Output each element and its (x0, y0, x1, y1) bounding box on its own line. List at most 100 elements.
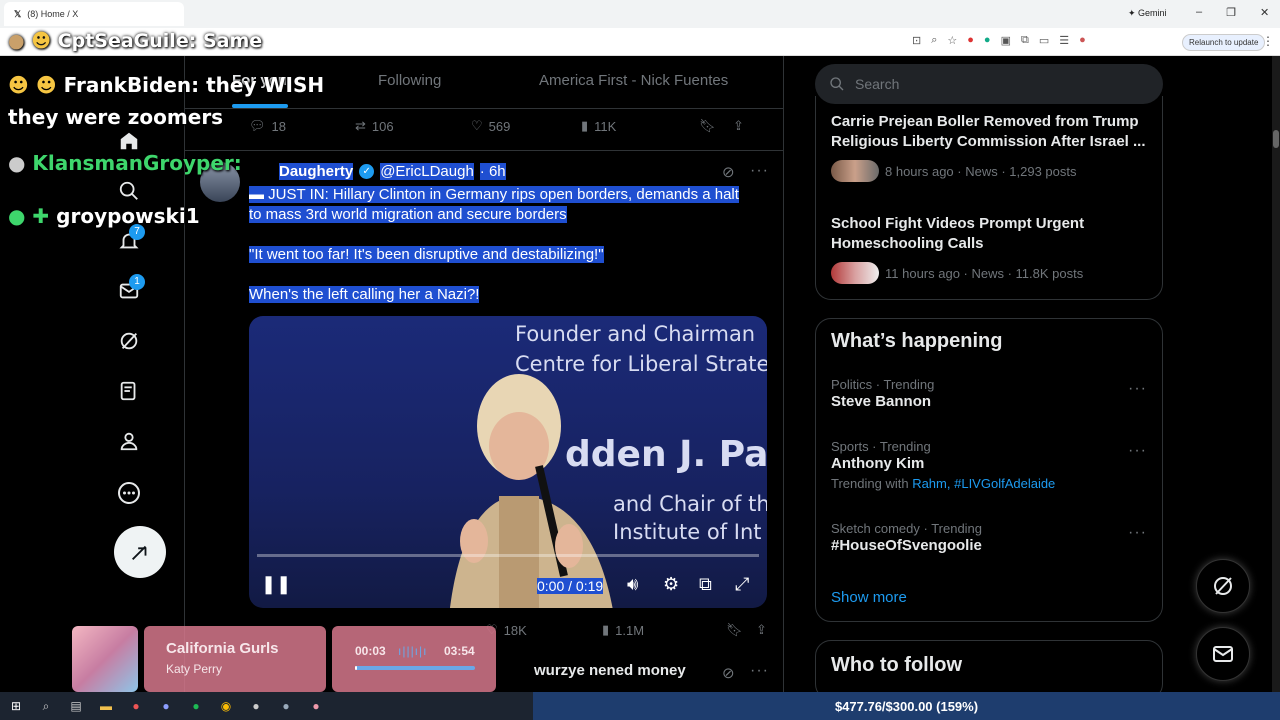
extension-red-icon[interactable]: ● (967, 34, 974, 47)
explore-icon[interactable] (114, 176, 144, 206)
tweet-actions: ♡18K ▮ 1.1M 🔖︎ ⇪ (486, 622, 767, 638)
tweet-line-1: JUST IN: Hillary Clinton in Germany rips… (268, 186, 739, 203)
chat-username: FrankBiden: (63, 73, 200, 97)
grok-fab[interactable] (1196, 559, 1250, 613)
tweet-time[interactable]: · 6h (479, 163, 506, 180)
more-icon[interactable] (114, 478, 144, 508)
trend-more-button[interactable]: ··· (1128, 442, 1147, 460)
retweet-button[interactable]: ⇄ 106 (355, 118, 471, 134)
file-explorer-icon[interactable]: ▬ (98, 698, 114, 714)
trend-more-button[interactable]: ··· (1128, 524, 1147, 542)
messages-fab[interactable] (1196, 627, 1250, 681)
trend-item[interactable]: Politics · Trending Steve Bannon (831, 377, 1151, 412)
steam-icon[interactable]: ● (278, 698, 294, 714)
grok-explain-icon[interactable]: ⊘ (722, 163, 735, 181)
search-placeholder: Search (855, 76, 900, 92)
browser-tab[interactable]: 𝕏 (8) Home / X (4, 2, 184, 26)
center-divider (783, 56, 784, 692)
page-scrollbar-thumb[interactable] (1273, 130, 1279, 148)
news-item[interactable]: Carrie Prejean Boller Removed from Trump… (831, 112, 1151, 182)
tweet-divider (185, 150, 783, 151)
app-red-icon[interactable]: ● (128, 698, 144, 714)
volume-icon[interactable]: 🔊︎ (627, 574, 638, 595)
views-chart-icon: ▮ (581, 118, 589, 133)
chat-username: CptSeaGuile: (57, 30, 197, 52)
spotify-icon[interactable]: ● (188, 698, 204, 714)
news-avatars (831, 160, 879, 182)
relaunch-button[interactable]: Relaunch to update (1182, 34, 1266, 51)
tweet-handle[interactable]: @EricLDaugh (380, 163, 474, 180)
zoom-icon[interactable]: ⌕ (931, 34, 937, 47)
trending-with-link[interactable]: #LIVGolfAdelaide (954, 476, 1055, 491)
fullscreen-icon[interactable]: ⤢ (735, 574, 749, 595)
extension-green-icon[interactable]: ● (984, 34, 991, 47)
chat-emote-icon: ☻ (31, 30, 52, 52)
windows-start-icon[interactable]: ⊞ (8, 698, 24, 714)
extensions-puzzle-icon[interactable]: ⧉ (1021, 34, 1029, 47)
pause-icon[interactable]: ❚❚ (261, 574, 291, 595)
trend-item[interactable]: Sketch comedy · Trending #HouseOfSvengoo… (831, 521, 1151, 556)
reading-list-icon[interactable]: ☰ (1059, 34, 1069, 47)
views-button[interactable]: ▮ 1.1M (602, 622, 726, 638)
maximize-button[interactable]: ❐ (1226, 6, 1236, 19)
close-button[interactable]: ✕ (1260, 6, 1269, 19)
video-caption-5: Institute of Int (613, 520, 762, 544)
share-icon: ⇪ (756, 622, 767, 637)
trend-item[interactable]: Sports · Trending Anthony Kim Trending w… (831, 439, 1151, 491)
settings-gear-icon[interactable]: ⚙ (663, 574, 679, 595)
news-avatars (831, 262, 879, 284)
chrome-icon[interactable]: ◉ (218, 698, 234, 714)
chat-username: groypowski1 (56, 204, 200, 228)
tweet-video[interactable]: Founder and Chairman Centre for Liberal … (249, 316, 767, 608)
lists-icon[interactable] (114, 376, 144, 406)
news-meta: 8 hours ago · News · 1,293 posts (885, 163, 1077, 179)
trending-with-link[interactable]: Rahm, (912, 476, 950, 491)
menu-kebab-icon[interactable]: ⋮ (1262, 34, 1274, 48)
chat-username: KlansmanGroyper: (32, 151, 242, 175)
compose-post-button[interactable] (114, 526, 166, 578)
tweet-more-button[interactable]: ··· (750, 662, 769, 680)
extension-grey-icon[interactable]: ▣ (1001, 34, 1011, 47)
chat-text: Same (202, 30, 263, 52)
page-scrollbar[interactable] (1272, 56, 1280, 692)
chat-emote-icon: ✚ (32, 204, 50, 228)
tweet-author-name[interactable]: Daugherty (279, 163, 354, 180)
news-item[interactable]: School Fight Videos Prompt Urgent Homesc… (831, 214, 1151, 284)
sidebar-icon[interactable]: ▭ (1039, 34, 1049, 47)
discord-icon[interactable]: ● (158, 698, 174, 714)
trend-more-button[interactable]: ··· (1128, 380, 1147, 398)
pip-icon[interactable]: ⧉ (699, 574, 712, 595)
minimize-button[interactable]: – (1196, 6, 1202, 19)
bookmark-button[interactable]: 🔖︎ (726, 622, 756, 638)
install-icon[interactable]: ⊡ (912, 34, 921, 47)
next-tweet-author[interactable]: wurzye nened money (534, 662, 686, 679)
tweet-more-button[interactable]: ··· (750, 162, 769, 180)
reply-button[interactable]: 💬︎ 18 (249, 118, 355, 134)
share-button[interactable]: ⇪ (756, 622, 767, 638)
search-icon[interactable]: ⌕ (38, 698, 54, 714)
app-grey-icon[interactable]: ● (248, 698, 264, 714)
gemini-button[interactable]: ✦ Gemini (1128, 8, 1167, 19)
tab-following[interactable]: Following (378, 72, 441, 89)
like-button[interactable]: ♡ 569 (471, 118, 581, 134)
tab-list[interactable]: America First - Nick Fuentes (539, 72, 728, 89)
grok-icon[interactable] (114, 326, 144, 356)
video-progress-track[interactable] (257, 554, 759, 557)
profile-avatar-icon[interactable]: ● (1079, 34, 1086, 47)
toolbar-icons: ⊡ ⌕ ☆ ● ● ▣ ⧉ ▭ ☰ ● (912, 34, 1086, 47)
bookmark-button[interactable]: 🔖︎ (699, 118, 733, 134)
app-pink-icon[interactable]: ● (308, 698, 324, 714)
task-view-icon[interactable]: ▤ (68, 698, 84, 714)
share-button[interactable]: ⇪ (733, 118, 744, 134)
song-progress-track (355, 666, 475, 670)
like-button[interactable]: ♡18K (486, 622, 602, 638)
views-button[interactable]: ▮ 11K (581, 118, 699, 134)
profile-icon[interactable] (114, 426, 144, 456)
show-more-link[interactable]: Show more (831, 589, 907, 606)
tweet-text: ▬ JUST IN: Hillary Clinton in Germany ri… (249, 185, 769, 305)
bookmark-star-icon[interactable]: ☆ (947, 34, 957, 47)
trending-with-label: Trending with (831, 476, 909, 491)
song-artist: Katy Perry (166, 662, 223, 676)
trend-name: #HouseOfSvengoolie (831, 537, 982, 554)
grok-explain-icon[interactable]: ⊘ (722, 664, 735, 682)
